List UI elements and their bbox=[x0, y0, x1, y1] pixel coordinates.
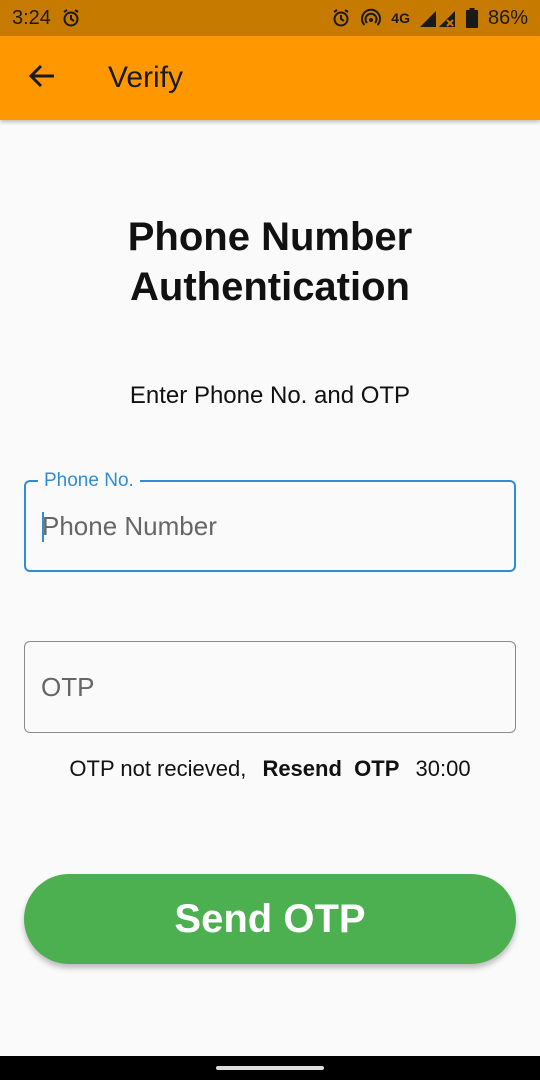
app-bar: Verify bbox=[0, 36, 540, 120]
back-button[interactable] bbox=[14, 50, 70, 106]
status-time: 3:24 bbox=[12, 6, 51, 29]
phone-field[interactable]: Phone No. bbox=[24, 470, 516, 572]
network-type: 4G bbox=[391, 10, 410, 26]
status-bar: 3:24 4G 86% bbox=[0, 0, 540, 36]
battery-icon bbox=[465, 8, 478, 28]
status-left: 3:24 bbox=[12, 7, 81, 30]
resend-prefix: OTP not recieved, bbox=[69, 756, 247, 781]
otp-input[interactable] bbox=[41, 642, 501, 732]
status-right: 4G 86% bbox=[331, 7, 528, 30]
page-title-line1: Phone Number bbox=[127, 215, 413, 259]
alarm-icon bbox=[331, 8, 351, 28]
text-cursor bbox=[42, 512, 44, 542]
otp-field[interactable] bbox=[24, 641, 516, 733]
resend-otp-word: OTP bbox=[354, 756, 400, 781]
resend-otp-link[interactable]: Resend OTP bbox=[262, 756, 399, 782]
phone-input[interactable] bbox=[42, 482, 502, 570]
home-gesture-handle[interactable] bbox=[216, 1066, 324, 1070]
resend-row: OTP not recieved, Resend OTP 30:00 bbox=[0, 756, 540, 782]
signal-icon bbox=[419, 9, 456, 27]
resend-word: Resend bbox=[262, 756, 342, 781]
page-subtitle: Enter Phone No. and OTP bbox=[129, 382, 411, 409]
page-title-line2: Authentication bbox=[130, 265, 410, 309]
resend-timer: 30:00 bbox=[415, 756, 471, 781]
system-nav-bar bbox=[0, 1056, 540, 1080]
send-otp-button[interactable]: Send OTP bbox=[24, 874, 516, 964]
alarm-icon bbox=[61, 8, 81, 28]
arrow-left-icon bbox=[28, 62, 56, 95]
battery-percent: 86% bbox=[487, 6, 528, 29]
page-title: Phone Number Authentication bbox=[0, 212, 540, 312]
app-title: Verify bbox=[108, 61, 184, 94]
hotspot-icon bbox=[361, 8, 382, 28]
